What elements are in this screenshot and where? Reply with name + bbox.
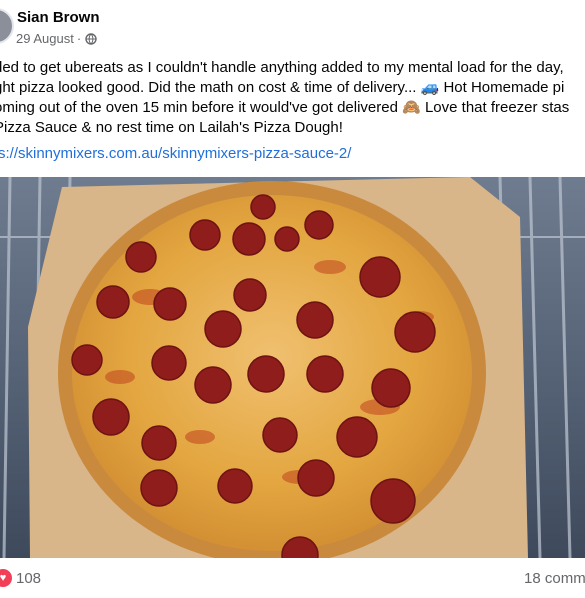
reaction-count: 108 xyxy=(16,569,42,587)
post-body: ded to get ubereats as I couldn't handle… xyxy=(0,58,569,138)
comments-count[interactable]: 18 comm xyxy=(524,570,585,587)
reactions-summary[interactable]: ♥ 108 xyxy=(0,569,41,587)
post-text-line: oming out of the oven 15 min before it w… xyxy=(0,99,570,116)
meta-separator: · xyxy=(76,31,82,46)
post-date[interactable]: 29 August xyxy=(16,31,74,46)
post-meta: 29 August · xyxy=(16,31,97,46)
post-text-line: ght pizza looked good. Did the math on c… xyxy=(0,79,565,96)
avatar[interactable] xyxy=(0,8,14,44)
post-text-line: ded to get ubereats as I couldn't handle… xyxy=(0,59,564,76)
author-name[interactable]: Sian Brown xyxy=(17,9,100,26)
post-text-line: Pizza Sauce & no rest time on Lailah's P… xyxy=(0,119,343,136)
post-link[interactable]: s://skinnymixers.com.au/skinnymixers-piz… xyxy=(0,145,351,162)
post-photo[interactable] xyxy=(0,177,585,558)
globe-icon[interactable] xyxy=(85,32,97,45)
heart-reaction-icon: ♥ xyxy=(0,569,12,587)
